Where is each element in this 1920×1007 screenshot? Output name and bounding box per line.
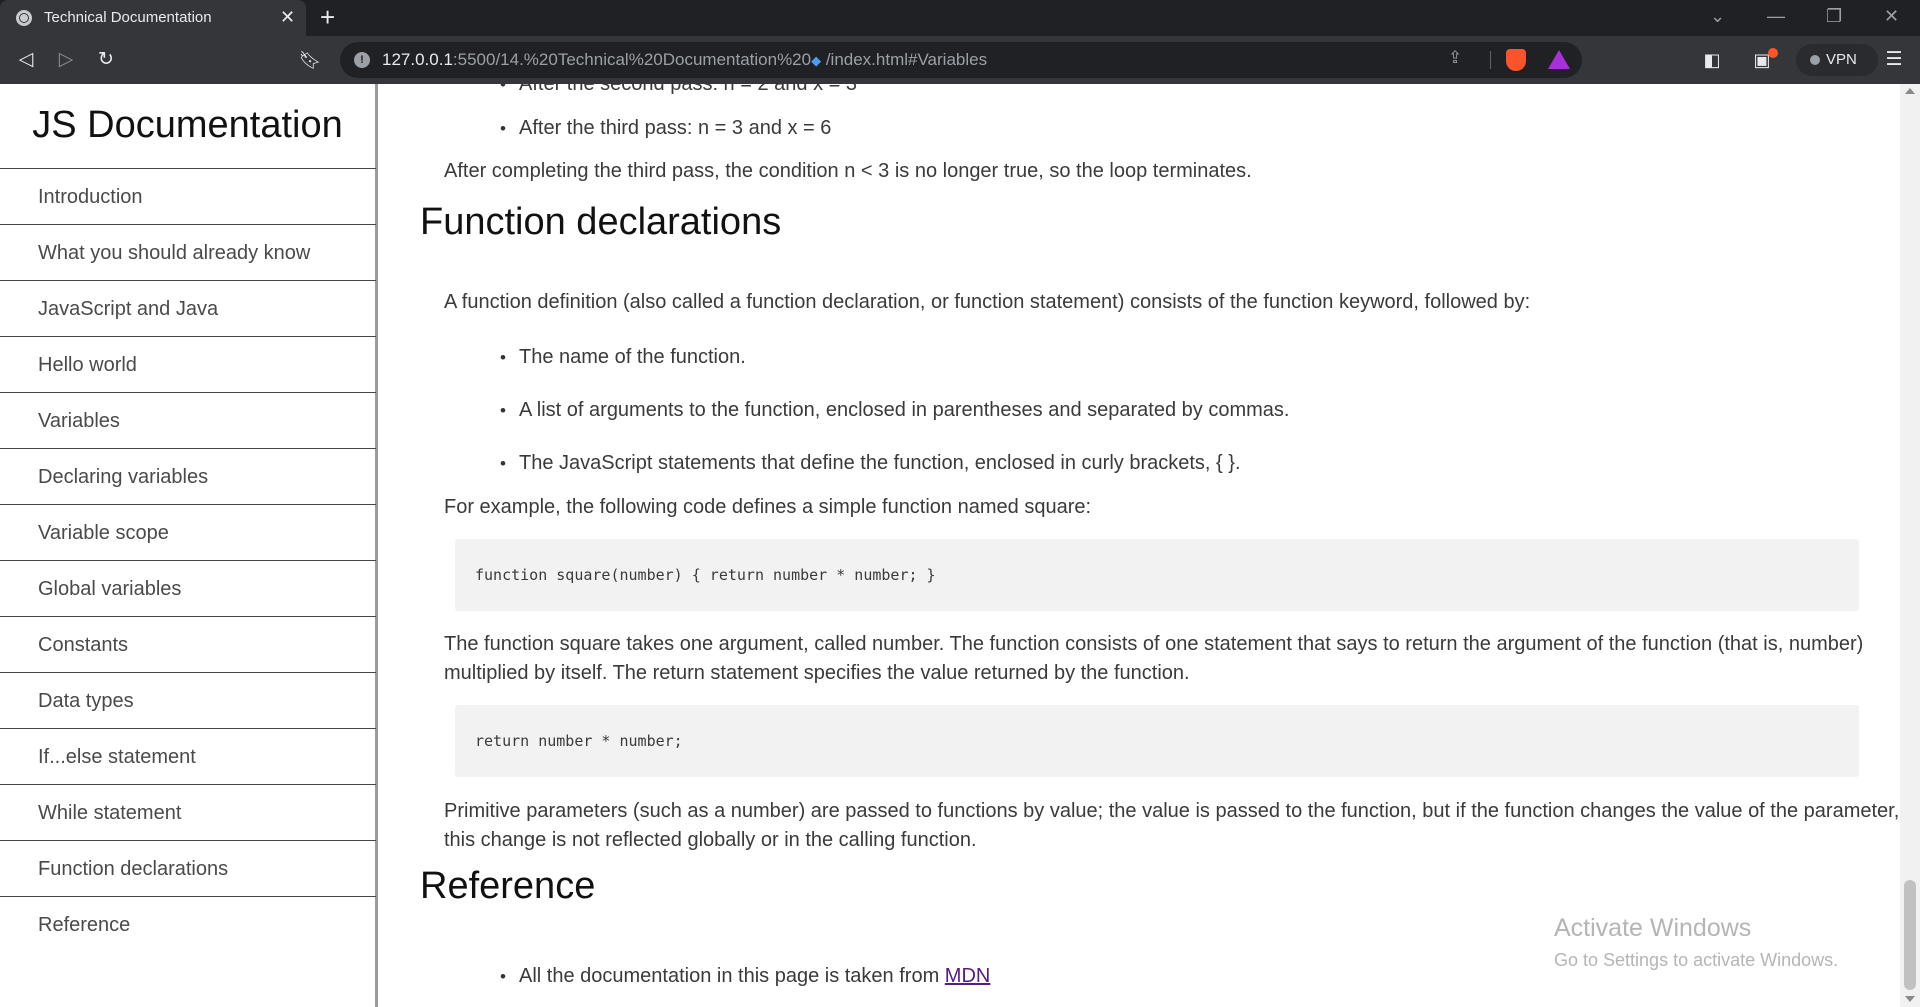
nav-link-while-statement[interactable]: While statement bbox=[0, 784, 376, 840]
browser-titlebar: Technical Documentation ✕ + ⌄ — ❐ ✕ bbox=[0, 0, 1920, 36]
bookmark-icon[interactable]: 🔖︎ bbox=[298, 48, 322, 72]
loop-summary: After completing the third pass, the con… bbox=[444, 160, 1252, 182]
address-bar[interactable]: ! 127.0.0.1:5500/14.%20Technical%20Docum… bbox=[340, 42, 1582, 78]
url-diamond-icon: ◆ bbox=[811, 53, 822, 68]
brave-shield-icon[interactable] bbox=[1506, 49, 1526, 71]
globe-icon bbox=[16, 10, 32, 26]
nav-link-hello-world[interactable]: Hello world bbox=[0, 336, 376, 392]
function-intro: A function definition (also called a fun… bbox=[444, 291, 1531, 313]
list-item: A list of arguments to the function, enc… bbox=[500, 396, 1289, 425]
code-block: return number * number; bbox=[455, 705, 1859, 777]
notification-badge bbox=[1768, 48, 1778, 58]
nav-link-javascript-and-java[interactable]: JavaScript and Java bbox=[0, 280, 376, 336]
nav-link-variable-scope[interactable]: Variable scope bbox=[0, 504, 376, 560]
restore-icon[interactable]: ❐ bbox=[1826, 6, 1842, 26]
nav-link-reference[interactable]: Reference bbox=[0, 896, 376, 952]
vpn-status-icon bbox=[1810, 55, 1820, 65]
menu-icon[interactable]: ☰ bbox=[1882, 48, 1906, 72]
new-tab-button[interactable]: + bbox=[320, 3, 335, 31]
scroll-down-icon[interactable] bbox=[1905, 996, 1915, 1002]
browser-toolbar: ◁ ▷ ↻ 🔖︎ ! 127.0.0.1:5500/14.%20Technica… bbox=[0, 36, 1920, 84]
vpn-button[interactable]: VPN bbox=[1796, 44, 1878, 76]
nav-link-if-else-statement[interactable]: If...else statement bbox=[0, 728, 376, 784]
nav-link-constants[interactable]: Constants bbox=[0, 616, 376, 672]
brave-rewards-icon[interactable] bbox=[1548, 50, 1570, 69]
nav-link-global-variables[interactable]: Global variables bbox=[0, 560, 376, 616]
nav-link-function-declarations[interactable]: Function declarations bbox=[0, 840, 376, 896]
code-block: function square(number) { return number … bbox=[455, 539, 1859, 611]
window-close-icon[interactable]: ✕ bbox=[1884, 6, 1899, 26]
reference-text: All the documentation in this page is ta… bbox=[519, 965, 945, 987]
mdn-link[interactable]: MDN bbox=[945, 965, 991, 987]
sidebar-icon[interactable]: ◧ bbox=[1700, 48, 1724, 72]
function-explain-line-2: multiplied by itself. The return stateme… bbox=[444, 662, 1190, 684]
scroll-up-icon[interactable] bbox=[1905, 88, 1915, 94]
list-item: The JavaScript statements that define th… bbox=[500, 449, 1241, 478]
share-icon[interactable]: ⇪ bbox=[1448, 48, 1462, 68]
primitive-line-1: Primitive parameters (such as a number) … bbox=[444, 800, 1900, 822]
scrollbar-thumb[interactable] bbox=[1904, 880, 1916, 990]
nav-link-introduction[interactable]: Introduction bbox=[0, 168, 376, 224]
function-explain-line-1: The function square takes one argument, … bbox=[444, 633, 1864, 655]
browser-tab[interactable]: Technical Documentation ✕ bbox=[0, 0, 306, 36]
list-item: All the documentation in this page is ta… bbox=[500, 962, 991, 991]
main-doc: After the second pass: n = 2 and x = 3 A… bbox=[380, 84, 1900, 1007]
reload-icon[interactable]: ↻ bbox=[94, 48, 118, 72]
back-icon[interactable]: ◁ bbox=[14, 48, 38, 72]
nav-link-declaring-variables[interactable]: Declaring variables bbox=[0, 448, 376, 504]
primitive-line-2: this change is not reflected globally or… bbox=[444, 829, 977, 851]
section-heading-reference: Reference bbox=[420, 865, 596, 907]
close-tab-icon[interactable]: ✕ bbox=[280, 7, 295, 27]
list-item: The name of the function. bbox=[500, 343, 746, 372]
list-item: After the third pass: n = 3 and x = 6 bbox=[500, 114, 831, 143]
url-path: :5500/14.%20Technical%20Documentation%20 bbox=[452, 50, 812, 69]
minimize-icon[interactable]: — bbox=[1767, 6, 1785, 26]
url-divider bbox=[1490, 51, 1491, 69]
tab-search-icon[interactable]: ⌄ bbox=[1710, 6, 1725, 26]
vpn-label: VPN bbox=[1826, 51, 1857, 68]
nav-link-what-you-should-already-know[interactable]: What you should already know bbox=[0, 224, 376, 280]
nav-list: Introduction What you should already kno… bbox=[0, 168, 376, 952]
activate-windows-title: Activate Windows bbox=[1554, 914, 1752, 942]
url-text[interactable]: 127.0.0.1:5500/14.%20Technical%20Documen… bbox=[382, 50, 987, 70]
nav-link-data-types[interactable]: Data types bbox=[0, 672, 376, 728]
list-item: After the second pass: n = 2 and x = 3 bbox=[500, 84, 857, 99]
scrollbar[interactable] bbox=[1900, 84, 1920, 1007]
url-hash: /index.html#Variables bbox=[821, 50, 988, 69]
activate-windows-subtitle: Go to Settings to activate Windows. bbox=[1554, 950, 1839, 970]
url-host: 127.0.0.1 bbox=[382, 50, 453, 69]
forward-icon[interactable]: ▷ bbox=[54, 48, 78, 72]
tab-title: Technical Documentation bbox=[44, 9, 212, 26]
nav-title: JS Documentation bbox=[32, 104, 343, 146]
example-intro: For example, the following code defines … bbox=[444, 496, 1092, 518]
site-info-icon[interactable]: ! bbox=[354, 52, 370, 68]
section-heading-function-declarations: Function declarations bbox=[420, 201, 782, 243]
nav-link-variables[interactable]: Variables bbox=[0, 392, 376, 448]
page-viewport: JS Documentation Introduction What you s… bbox=[0, 84, 1920, 1007]
navbar: JS Documentation Introduction What you s… bbox=[0, 84, 378, 1007]
